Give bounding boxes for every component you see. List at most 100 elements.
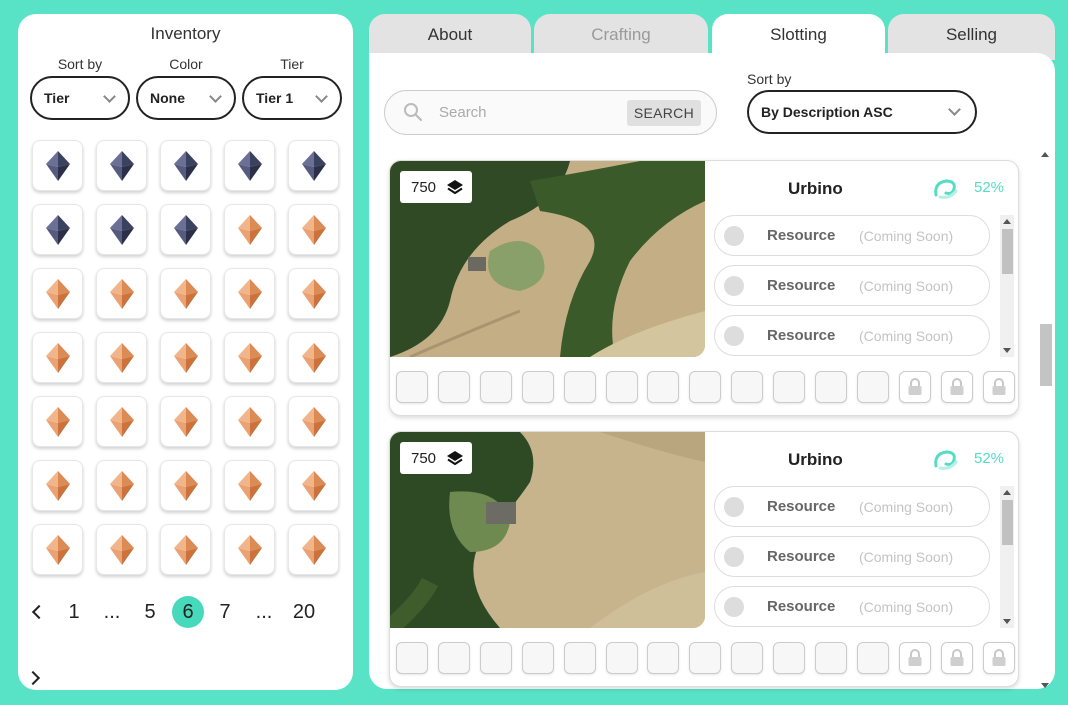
- inventory-slot[interactable]: [288, 204, 339, 255]
- resource-row[interactable]: Resource (Coming Soon): [714, 586, 990, 627]
- empty-slot[interactable]: [521, 371, 554, 403]
- inventory-slot[interactable]: [160, 332, 211, 383]
- empty-slot[interactable]: [437, 642, 470, 674]
- empty-slot[interactable]: [437, 371, 470, 403]
- resource-name: Resource: [767, 548, 836, 565]
- scroll-down-arrow-icon[interactable]: [1003, 619, 1011, 624]
- gem-icon: [173, 406, 198, 437]
- scroll-down-arrow-icon[interactable]: [1041, 683, 1049, 688]
- gem-icon: [109, 470, 134, 501]
- locked-slot: [940, 371, 973, 403]
- inventory-slot[interactable]: [96, 268, 147, 319]
- main-scrollbar[interactable]: [1038, 150, 1054, 690]
- empty-slot[interactable]: [731, 371, 764, 403]
- empty-slot[interactable]: [563, 371, 596, 403]
- sort-by-select[interactable]: By Description ASC: [747, 90, 977, 134]
- scroll-thumb[interactable]: [1002, 229, 1013, 274]
- page-link[interactable]: 20: [290, 596, 318, 628]
- inventory-slot[interactable]: [32, 524, 83, 575]
- inventory-slot[interactable]: [224, 268, 275, 319]
- gem-icon: [45, 214, 70, 245]
- inventory-slot[interactable]: [224, 460, 275, 511]
- empty-slot[interactable]: [605, 371, 638, 403]
- inventory-slot[interactable]: [32, 396, 83, 447]
- inventory-slot[interactable]: [224, 140, 275, 191]
- inventory-slot[interactable]: [160, 396, 211, 447]
- inventory-slot[interactable]: [288, 396, 339, 447]
- inventory-slot[interactable]: [32, 204, 83, 255]
- empty-slot[interactable]: [773, 642, 806, 674]
- inventory-slot[interactable]: [288, 332, 339, 383]
- empty-slot[interactable]: [856, 371, 889, 403]
- inventory-slot[interactable]: [160, 524, 211, 575]
- inventory-slot[interactable]: [288, 268, 339, 319]
- previous-page-arrow-icon[interactable]: [31, 604, 47, 620]
- inventory-slot[interactable]: [288, 524, 339, 575]
- gem-icon: [301, 278, 326, 309]
- empty-slot[interactable]: [479, 371, 512, 403]
- scroll-thumb[interactable]: [1040, 324, 1052, 386]
- inventory-slot[interactable]: [32, 140, 83, 191]
- resource-row[interactable]: Resource (Coming Soon): [714, 536, 990, 577]
- resource-row[interactable]: Resource (Coming Soon): [714, 486, 990, 527]
- empty-slot[interactable]: [856, 642, 889, 674]
- empty-slot[interactable]: [689, 371, 722, 403]
- inventory-slot[interactable]: [32, 332, 83, 383]
- empty-slot[interactable]: [521, 642, 554, 674]
- resource-scrollbar[interactable]: [1000, 486, 1014, 628]
- inventory-slot[interactable]: [96, 140, 147, 191]
- tier-select[interactable]: Tier 1: [242, 76, 342, 120]
- inventory-slot[interactable]: [96, 396, 147, 447]
- empty-slot[interactable]: [815, 371, 847, 403]
- sort-select[interactable]: Tier: [30, 76, 130, 120]
- inventory-slot[interactable]: [160, 204, 211, 255]
- resource-scrollbar[interactable]: [1000, 215, 1014, 357]
- inventory-slot[interactable]: [96, 204, 147, 255]
- search-input[interactable]: Search: [439, 104, 487, 121]
- scroll-up-arrow-icon[interactable]: [1041, 152, 1049, 157]
- search-button[interactable]: SEARCH: [626, 100, 701, 126]
- inventory-slot[interactable]: [224, 396, 275, 447]
- empty-slot[interactable]: [731, 642, 764, 674]
- locked-slot: [898, 371, 931, 403]
- color-select[interactable]: None: [136, 76, 236, 120]
- empty-slot[interactable]: [396, 371, 428, 403]
- scroll-thumb[interactable]: [1002, 500, 1013, 545]
- inventory-slot[interactable]: [32, 268, 83, 319]
- resource-row[interactable]: Resource (Coming Soon): [714, 265, 990, 306]
- inventory-slot[interactable]: [160, 140, 211, 191]
- gem-icon: [237, 342, 262, 373]
- inventory-slot[interactable]: [96, 332, 147, 383]
- next-page-arrow-icon[interactable]: [25, 670, 41, 686]
- inventory-slot[interactable]: [224, 332, 275, 383]
- resource-row[interactable]: Resource (Coming Soon): [714, 315, 990, 356]
- empty-slot[interactable]: [396, 642, 428, 674]
- empty-slot[interactable]: [773, 371, 806, 403]
- inventory-slot[interactable]: [160, 460, 211, 511]
- empty-slot[interactable]: [689, 642, 722, 674]
- scroll-up-arrow-icon[interactable]: [1003, 490, 1011, 495]
- empty-slot[interactable]: [647, 642, 680, 674]
- inventory-slot[interactable]: [96, 524, 147, 575]
- page-link[interactable]: 1: [66, 596, 82, 628]
- inventory-slot[interactable]: [96, 460, 147, 511]
- sort-label: Sort by: [57, 56, 103, 72]
- inventory-slot[interactable]: [288, 140, 339, 191]
- inventory-slot[interactable]: [32, 460, 83, 511]
- page-link[interactable]: 7: [217, 596, 233, 628]
- empty-slot[interactable]: [479, 642, 512, 674]
- inventory-slot[interactable]: [288, 460, 339, 511]
- page-link[interactable]: 5: [142, 596, 158, 628]
- empty-slot[interactable]: [563, 642, 596, 674]
- current-page[interactable]: 6: [172, 596, 204, 628]
- scroll-up-arrow-icon[interactable]: [1003, 219, 1011, 224]
- inventory-slot[interactable]: [224, 204, 275, 255]
- empty-slot[interactable]: [815, 642, 847, 674]
- resource-row[interactable]: Resource (Coming Soon): [714, 215, 990, 256]
- empty-slot[interactable]: [605, 642, 638, 674]
- inventory-slot[interactable]: [224, 524, 275, 575]
- inventory-slot[interactable]: [160, 268, 211, 319]
- empty-slot[interactable]: [647, 371, 680, 403]
- gem-icon: [237, 406, 262, 437]
- scroll-down-arrow-icon[interactable]: [1003, 348, 1011, 353]
